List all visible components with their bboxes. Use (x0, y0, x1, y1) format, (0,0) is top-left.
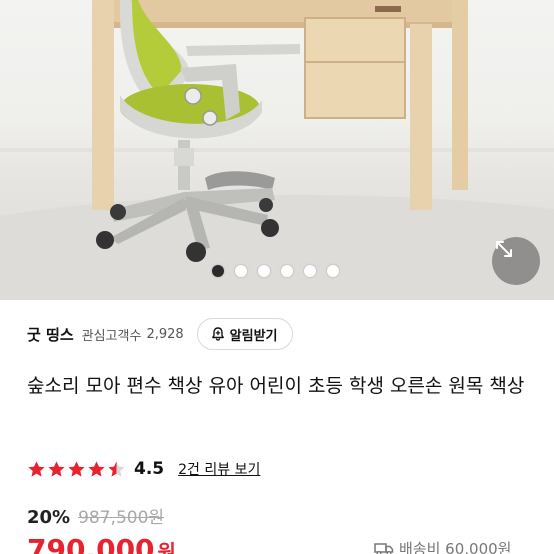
carousel-dot[interactable] (304, 265, 316, 277)
expand-image-button[interactable] (492, 237, 540, 285)
carousel-indicators (212, 265, 339, 277)
carousel-dot[interactable] (212, 265, 224, 277)
alert-button-label: 알림받기 (229, 328, 278, 344)
shipping-fee: 배송비 60,000원 (399, 540, 512, 554)
bell-plus-icon (211, 327, 224, 341)
truck-icon (374, 542, 394, 554)
original-price: 987,500원 (78, 508, 165, 528)
final-price-unit: 원 (157, 540, 176, 554)
seller-info: 굿 띵스 관심고객수 2,928 알림받기 (0, 312, 554, 356)
rating-value: 4.5 (134, 459, 165, 479)
product-image[interactable] (0, 0, 554, 300)
rating-row: 4.5 2건 리뷰 보기 (27, 457, 260, 481)
star-icon (48, 460, 65, 477)
discount-rate: 20% (27, 507, 71, 528)
star-icon (88, 460, 105, 477)
subscribe-alert-button[interactable]: 알림받기 (196, 318, 293, 350)
followers-count: 2,928 (146, 326, 184, 342)
carousel-dot[interactable] (235, 265, 247, 277)
star-icon (28, 460, 45, 477)
final-price-value: 790,000 (27, 533, 155, 554)
shipping-info: 배송비 60,000원 (374, 538, 511, 554)
star-icon (68, 460, 85, 477)
product-photo (0, 0, 554, 300)
star-rating (27, 460, 126, 479)
carousel-dot[interactable] (327, 265, 339, 277)
expand-arrows-icon (496, 241, 512, 257)
discount-row: 20% 987,500원 (27, 503, 164, 528)
product-title: 숲소리 모아 편수 책상 유아 어린이 초등 학생 오른손 원목 책상 (27, 375, 525, 397)
star-icon (108, 460, 125, 477)
final-price: 790,000 원 (27, 535, 176, 554)
carousel-dot[interactable] (258, 265, 270, 277)
followers-label: 관심고객수 (81, 328, 142, 344)
carousel-dot[interactable] (281, 265, 293, 277)
review-link[interactable]: 2건 리뷰 보기 (178, 459, 260, 479)
shop-name-link[interactable]: 굿 띵스 (27, 324, 74, 345)
